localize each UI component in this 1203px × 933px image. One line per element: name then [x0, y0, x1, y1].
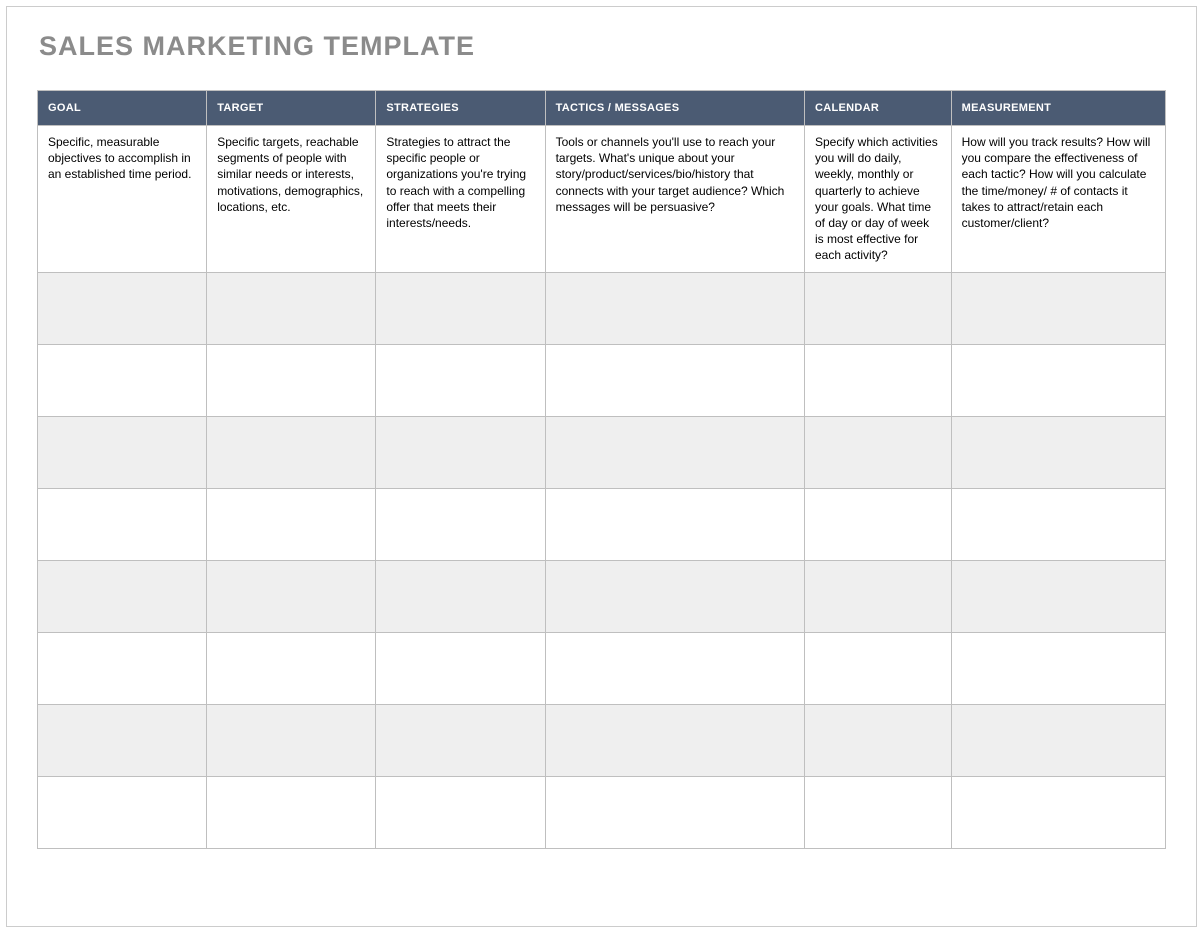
- document-page: SALES MARKETING TEMPLATE GOAL TARGET STR…: [6, 6, 1197, 927]
- cell: [207, 776, 376, 848]
- desc-calendar: Specify which activities you will do dai…: [805, 126, 952, 273]
- header-calendar: CALENDAR: [805, 91, 952, 126]
- cell: [38, 416, 207, 488]
- cell: [38, 632, 207, 704]
- cell: [951, 560, 1165, 632]
- table-row: [38, 416, 1166, 488]
- desc-goal: Specific, measurable objectives to accom…: [38, 126, 207, 273]
- table-row: [38, 344, 1166, 416]
- cell: [805, 272, 952, 344]
- header-target: TARGET: [207, 91, 376, 126]
- page-title: SALES MARKETING TEMPLATE: [39, 31, 1166, 62]
- cell: [805, 416, 952, 488]
- cell: [545, 272, 804, 344]
- cell: [207, 560, 376, 632]
- cell: [207, 272, 376, 344]
- table-row: [38, 776, 1166, 848]
- header-goal: GOAL: [38, 91, 207, 126]
- table-row: [38, 632, 1166, 704]
- cell: [545, 416, 804, 488]
- cell: [207, 416, 376, 488]
- cell: [951, 776, 1165, 848]
- cell: [376, 344, 545, 416]
- cell: [545, 560, 804, 632]
- cell: [207, 632, 376, 704]
- cell: [805, 560, 952, 632]
- cell: [951, 632, 1165, 704]
- desc-target: Specific targets, reachable segments of …: [207, 126, 376, 273]
- header-strategies: STRATEGIES: [376, 91, 545, 126]
- cell: [951, 344, 1165, 416]
- desc-tactics: Tools or channels you'll use to reach yo…: [545, 126, 804, 273]
- cell: [545, 488, 804, 560]
- table-row: [38, 704, 1166, 776]
- cell: [805, 632, 952, 704]
- header-tactics: TACTICS / MESSAGES: [545, 91, 804, 126]
- cell: [951, 488, 1165, 560]
- cell: [38, 344, 207, 416]
- cell: [376, 488, 545, 560]
- desc-strategies: Strategies to attract the specific peopl…: [376, 126, 545, 273]
- header-measurement: MEASUREMENT: [951, 91, 1165, 126]
- table-row: [38, 488, 1166, 560]
- cell: [207, 488, 376, 560]
- cell: [545, 704, 804, 776]
- cell: [38, 272, 207, 344]
- table-row: [38, 560, 1166, 632]
- desc-measurement: How will you track results? How will you…: [951, 126, 1165, 273]
- cell: [805, 704, 952, 776]
- cell: [207, 344, 376, 416]
- cell: [38, 704, 207, 776]
- description-row: Specific, measurable objectives to accom…: [38, 126, 1166, 273]
- cell: [805, 776, 952, 848]
- cell: [38, 488, 207, 560]
- cell: [951, 416, 1165, 488]
- cell: [376, 704, 545, 776]
- cell: [376, 632, 545, 704]
- cell: [805, 344, 952, 416]
- cell: [805, 488, 952, 560]
- cell: [376, 776, 545, 848]
- sales-marketing-table: GOAL TARGET STRATEGIES TACTICS / MESSAGE…: [37, 90, 1166, 849]
- cell: [38, 560, 207, 632]
- cell: [376, 560, 545, 632]
- cell: [951, 272, 1165, 344]
- cell: [545, 344, 804, 416]
- table-header-row: GOAL TARGET STRATEGIES TACTICS / MESSAGE…: [38, 91, 1166, 126]
- cell: [207, 704, 376, 776]
- cell: [376, 272, 545, 344]
- table-row: [38, 272, 1166, 344]
- cell: [545, 776, 804, 848]
- cell: [545, 632, 804, 704]
- cell: [951, 704, 1165, 776]
- cell: [38, 776, 207, 848]
- cell: [376, 416, 545, 488]
